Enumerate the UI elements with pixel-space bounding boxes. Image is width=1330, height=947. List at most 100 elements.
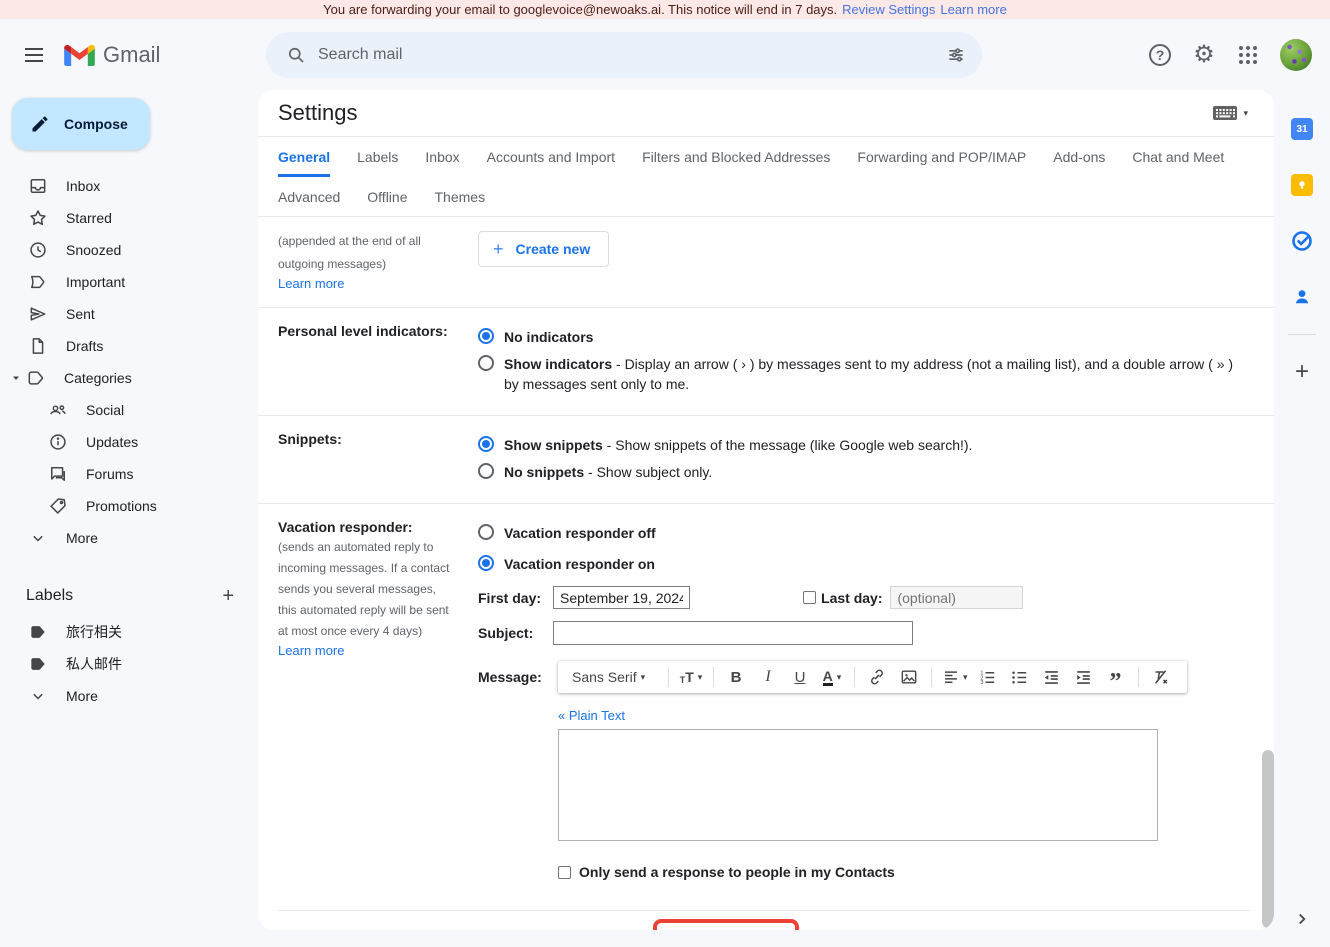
radio-selected-icon[interactable] (478, 555, 494, 571)
show-indicators-option[interactable]: Show indicators - Display an arrow ( › )… (478, 354, 1250, 394)
last-day-checkbox[interactable] (803, 591, 816, 604)
last-day-input[interactable] (890, 586, 1023, 609)
calendar-button[interactable]: 31 (1289, 116, 1315, 142)
star-icon (28, 208, 48, 228)
google-apps-button[interactable] (1226, 33, 1270, 77)
show-snippets-option[interactable]: Show snippets - Show snippets of the mes… (478, 435, 1250, 455)
create-label-button[interactable]: + (222, 586, 234, 606)
review-settings-link[interactable]: Review Settings (842, 2, 935, 17)
tab-general[interactable]: General (278, 137, 330, 177)
contacts-button[interactable] (1289, 284, 1315, 310)
sidebar-item-updates[interactable]: Updates (0, 426, 240, 458)
align-button[interactable]: ▾ (942, 665, 968, 689)
input-tools-button[interactable]: ▾ (1213, 106, 1248, 120)
vacation-message-textarea[interactable] (558, 729, 1158, 841)
banner-learn-more-link[interactable]: Learn more (940, 2, 1006, 17)
font-family-selector[interactable]: Sans Serif ▾ (572, 665, 658, 689)
text-color-button[interactable]: A ▾ (820, 665, 844, 689)
tab-filters[interactable]: Filters and Blocked Addresses (642, 137, 830, 177)
ordered-list-icon: 123 (978, 668, 997, 687)
pencil-icon (30, 114, 50, 134)
tab-inbox[interactable]: Inbox (425, 137, 459, 177)
indent-less-button[interactable] (1040, 665, 1064, 689)
tab-advanced[interactable]: Advanced (278, 177, 340, 216)
header: Gmail ? ⚙ (0, 19, 1330, 90)
label-item-travel[interactable]: 旅行相关 (0, 616, 240, 648)
snippets-label: Snippets: (278, 428, 458, 447)
italic-button[interactable]: I (756, 665, 780, 689)
tab-addons[interactable]: Add-ons (1053, 137, 1105, 177)
keyboard-icon (1213, 106, 1237, 120)
quote-button[interactable]: ” (1104, 665, 1128, 689)
compose-label: Compose (64, 116, 128, 132)
tab-themes[interactable]: Themes (435, 177, 486, 216)
signature-learn-more-link[interactable]: Learn more (278, 276, 344, 291)
side-panel-rail: 31 + (1274, 90, 1330, 947)
sidebar-item-more[interactable]: More (0, 522, 240, 554)
tab-forwarding[interactable]: Forwarding and POP/IMAP (857, 137, 1026, 177)
radio-icon[interactable] (478, 524, 494, 540)
underline-button[interactable]: U (788, 665, 812, 689)
sidebar-item-snoozed[interactable]: Snoozed (0, 234, 240, 266)
settings-gear-button[interactable]: ⚙ (1182, 33, 1226, 77)
radio-icon[interactable] (478, 355, 494, 371)
first-day-input[interactable] (553, 586, 690, 609)
banner-text: You are forwarding your email to googlev… (323, 2, 837, 17)
compose-button[interactable]: Compose (12, 98, 150, 150)
search-input[interactable] (318, 46, 934, 64)
vacation-on-option[interactable]: Vacation responder on (478, 554, 1250, 574)
main-menu-button[interactable] (10, 31, 58, 79)
font-size-selector[interactable]: TT ▾ (679, 665, 703, 689)
sidebar-item-categories[interactable]: Categories (0, 362, 240, 394)
keep-button[interactable] (1289, 172, 1315, 198)
search-icon[interactable] (274, 33, 318, 77)
personal-indicators-row: Personal level indicators: No indicators… (258, 307, 1274, 415)
contacts-only-checkbox[interactable] (558, 866, 571, 879)
insert-link-button[interactable] (865, 665, 889, 689)
remove-formatting-button[interactable] (1149, 665, 1173, 689)
insert-image-button[interactable] (897, 665, 921, 689)
get-addons-button[interactable]: + (1289, 359, 1315, 385)
tab-chat-meet[interactable]: Chat and Meet (1132, 137, 1224, 177)
tab-labels[interactable]: Labels (357, 137, 398, 177)
align-left-icon (942, 668, 960, 686)
create-signature-button[interactable]: + Create new (478, 231, 609, 267)
bold-button[interactable]: B (724, 665, 748, 689)
labels-more[interactable]: More (0, 680, 240, 712)
vacation-off-option[interactable]: Vacation responder off (478, 523, 1250, 543)
indent-more-button[interactable] (1072, 665, 1096, 689)
vacation-learn-more-link[interactable]: Learn more (278, 643, 344, 658)
highlight-box: Save Changes (653, 919, 799, 930)
radio-icon[interactable] (478, 463, 494, 479)
tasks-button[interactable] (1289, 228, 1315, 254)
no-indicators-option[interactable]: No indicators (478, 327, 1250, 347)
subject-input[interactable] (553, 621, 913, 645)
show-side-panel-button[interactable] (1293, 910, 1311, 933)
clear-format-icon (1151, 667, 1171, 687)
sidebar-item-forums[interactable]: Forums (0, 458, 240, 490)
sidebar-item-inbox[interactable]: Inbox (0, 170, 240, 202)
help-button[interactable]: ? (1138, 33, 1182, 77)
main-scrollbar[interactable] (1262, 750, 1274, 928)
label-item-personal[interactable]: 私人邮件 (0, 648, 240, 680)
bulleted-list-button[interactable] (1008, 665, 1032, 689)
contacts-only-option[interactable]: Only send a response to people in my Con… (558, 864, 1187, 880)
radio-selected-icon[interactable] (478, 328, 494, 344)
tab-accounts-import[interactable]: Accounts and Import (487, 137, 615, 177)
plain-text-toggle[interactable]: « Plain Text (558, 708, 625, 723)
sidebar-item-important[interactable]: Important (0, 266, 240, 298)
numbered-list-button[interactable]: 123 (976, 665, 1000, 689)
account-avatar[interactable] (1280, 39, 1312, 71)
tab-offline[interactable]: Offline (367, 177, 407, 216)
sidebar-item-sent[interactable]: Sent (0, 298, 240, 330)
sidebar-item-starred[interactable]: Starred (0, 202, 240, 234)
sidebar-item-drafts[interactable]: Drafts (0, 330, 240, 362)
search-bar[interactable] (266, 32, 982, 78)
sidebar-item-promotions[interactable]: Promotions (0, 490, 240, 522)
caret-down-icon: ▾ (698, 672, 703, 683)
no-snippets-option[interactable]: No snippets - Show subject only. (478, 462, 1250, 482)
apps-grid-icon (1239, 46, 1257, 64)
radio-selected-icon[interactable] (478, 436, 494, 452)
search-options-icon[interactable] (934, 33, 978, 77)
sidebar-item-social[interactable]: Social (0, 394, 240, 426)
